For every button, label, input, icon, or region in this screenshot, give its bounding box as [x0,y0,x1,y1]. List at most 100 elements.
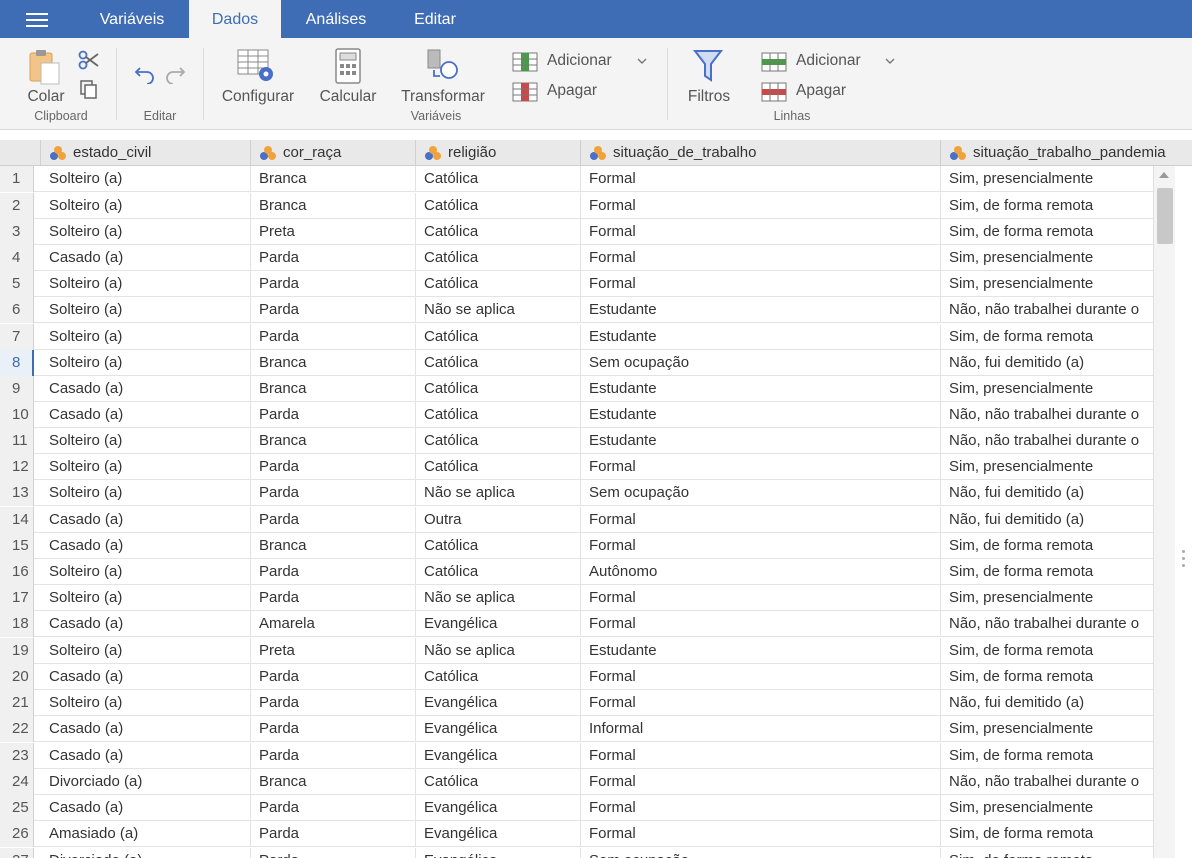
table-cell[interactable]: Casado (a) [41,716,251,742]
table-cell[interactable]: Solteiro (a) [41,480,251,506]
row-number[interactable]: 4 [0,245,34,271]
table-row[interactable]: 10 Casado (a) Parda Católica Estudante Não, n… [0,402,1175,428]
table-cell[interactable]: Evangélica [416,690,581,716]
table-cell[interactable]: Sim, de forma remota [941,664,1153,690]
table-cell[interactable]: Amasiado (a) [41,821,251,847]
table-row[interactable]: 3 Solteiro (a) Preta Católica Formal Sim, de … [0,219,1175,245]
table-cell[interactable]: Parda [251,690,416,716]
row-number[interactable]: 20 [0,664,34,690]
row-number[interactable]: 10 [0,402,34,428]
table-cell[interactable]: Católica [416,219,581,245]
row-number[interactable]: 19 [0,638,34,664]
table-cell[interactable]: Não, não trabalhei durante o [941,428,1153,454]
table-cell[interactable]: Preta [251,219,416,245]
table-cell[interactable]: Católica [416,769,581,795]
column-header[interactable]: estado_civil [41,140,251,166]
table-row[interactable]: 12 Solteiro (a) Parda Católica Formal Sim, pr… [0,454,1175,480]
table-cell[interactable]: Solteiro (a) [41,585,251,611]
row-number[interactable]: 6 [0,297,34,323]
table-cell[interactable]: Não se aplica [416,585,581,611]
table-row[interactable]: 27 Divorciado (a)PardaEvangélicaSem ocupa… [0,848,1175,858]
table-cell[interactable]: Casado (a) [41,507,251,533]
paste-button[interactable]: Colar [22,46,72,114]
table-row[interactable]: 11 Solteiro (a) Branca Católica Estudante Não… [0,428,1175,454]
table-cell[interactable]: Sim, presencialmente [941,376,1153,402]
table-cell[interactable]: Solteiro (a) [41,193,251,219]
table-cell[interactable]: Sim, de forma remota [941,848,1153,858]
table-cell[interactable]: Casado (a) [41,533,251,559]
table-row[interactable]: 1 Solteiro (a) Branca Católica Formal Sim, pr… [0,166,1175,192]
table-cell[interactable]: Não, fui demitido (a) [941,690,1153,716]
table-cell[interactable]: Parda [251,271,416,297]
table-cell[interactable]: Não, fui demitido (a) [941,350,1153,376]
scrollbar-thumb[interactable] [1157,188,1173,244]
row-number[interactable]: 15 [0,533,34,559]
tab-dados[interactable]: Dados [189,0,281,38]
calculate-button[interactable]: Calcular [314,46,382,108]
table-cell[interactable]: Branca [251,376,416,402]
table-cell[interactable]: Parda [251,245,416,271]
table-cell[interactable]: Estudante [581,402,941,428]
table-cell[interactable]: Branca [251,350,416,376]
table-cell[interactable]: Sim, de forma remota [941,743,1153,769]
table-cell[interactable]: Casado (a) [41,245,251,271]
table-cell[interactable]: Parda [251,821,416,847]
table-row[interactable]: 13 Solteiro (a) Parda Não se aplica Sem ocup… [0,480,1175,506]
table-cell[interactable]: Solteiro (a) [41,324,251,350]
table-cell[interactable]: Sim, presencialmente [941,716,1153,742]
table-cell[interactable]: Não se aplica [416,638,581,664]
table-cell[interactable]: Formal [581,245,941,271]
row-number[interactable]: 13 [0,480,34,506]
table-cell[interactable]: Sim, de forma remota [941,219,1153,245]
row-number[interactable]: 11 [0,428,34,454]
table-cell[interactable]: Solteiro (a) [41,454,251,480]
table-cell[interactable]: Formal [581,271,941,297]
table-cell[interactable]: Católica [416,193,581,219]
table-cell[interactable]: Solteiro (a) [41,559,251,585]
table-cell[interactable]: Sim, presencialmente [941,166,1153,192]
table-cell[interactable]: Parda [251,848,416,858]
table-cell[interactable]: Evangélica [416,611,581,637]
table-row[interactable]: 16 Solteiro (a) Parda Católica Autônomo Sim, … [0,559,1175,585]
row-number[interactable]: 12 [0,454,34,480]
table-cell[interactable]: Formal [581,690,941,716]
add-variable-button[interactable]: Adicionar [510,50,652,74]
table-cell[interactable]: Branca [251,193,416,219]
tab-variaveis[interactable]: Variáveis [82,0,182,38]
transform-button[interactable]: Transformar [396,46,490,108]
table-cell[interactable]: Solteiro (a) [41,166,251,192]
row-number[interactable]: 16 [0,559,34,585]
row-number[interactable]: 23 [0,743,34,769]
table-cell[interactable]: Formal [581,219,941,245]
table-cell[interactable]: Evangélica [416,795,581,821]
tab-analises[interactable]: Análises [292,0,380,38]
table-cell[interactable]: Branca [251,428,416,454]
table-cell[interactable]: Casado (a) [41,402,251,428]
table-cell[interactable]: Informal [581,716,941,742]
table-row[interactable]: 20 Casado (a) Parda Católica Formal Sim, de f… [0,664,1175,690]
table-cell[interactable]: Católica [416,559,581,585]
table-row[interactable]: 6 Solteiro (a) Parda Não se aplica Estudante… [0,297,1175,323]
hamburger-menu-icon[interactable] [26,13,48,27]
table-row[interactable]: 15 Casado (a) Branca Católica Formal Sim, de … [0,533,1175,559]
row-number[interactable]: 9 [0,376,34,402]
table-cell[interactable]: Casado (a) [41,376,251,402]
table-cell[interactable]: Parda [251,664,416,690]
column-header[interactable]: situação_de_trabalho [581,140,941,166]
table-row[interactable]: 23 Casado (a) Parda Evangélica Formal Sim, de… [0,743,1175,769]
table-row[interactable]: 19 Solteiro (a) Preta Não se aplica Estudant… [0,638,1175,664]
table-cell[interactable]: Divorciado (a) [41,769,251,795]
table-cell[interactable]: Formal [581,769,941,795]
table-cell[interactable]: Casado (a) [41,795,251,821]
table-cell[interactable]: Católica [416,271,581,297]
table-cell[interactable]: Autônomo [581,559,941,585]
table-cell[interactable]: Solteiro (a) [41,350,251,376]
table-cell[interactable]: Formal [581,611,941,637]
table-row[interactable]: 26 Amasiado (a) Parda Evangélica Formal Sim, … [0,821,1175,847]
table-cell[interactable]: Sem ocupação [581,848,941,858]
table-cell[interactable]: Formal [581,193,941,219]
table-cell[interactable]: Preta [251,638,416,664]
table-row[interactable]: 18 Casado (a) Amarela Evangélica Formal Não, … [0,611,1175,637]
table-cell[interactable]: Estudante [581,376,941,402]
table-cell[interactable]: Evangélica [416,716,581,742]
